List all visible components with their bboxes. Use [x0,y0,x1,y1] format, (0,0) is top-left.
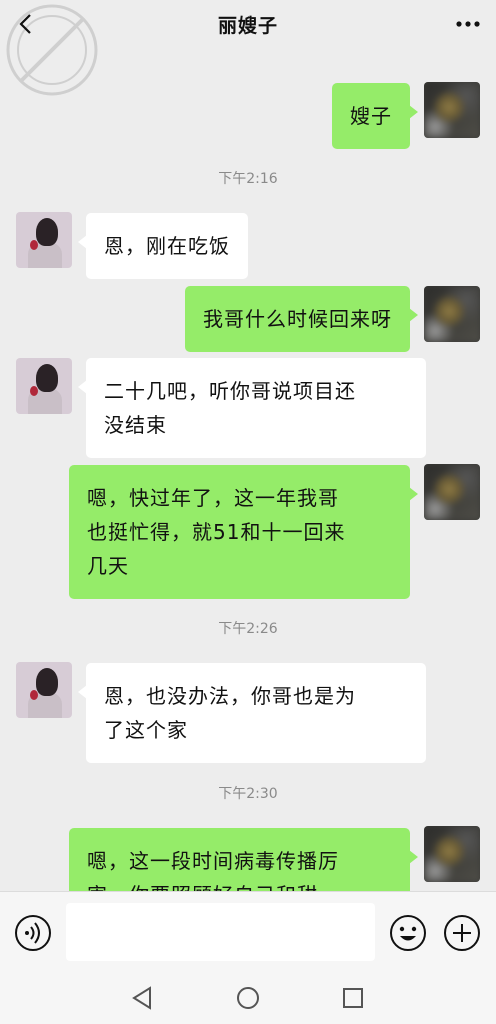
message-bubble[interactable]: 嗯，快过年了，这一年我哥 也挺忙得，就51和十一回来 几天 [69,465,418,599]
self-avatar[interactable] [424,464,480,520]
more-options-button[interactable] [454,12,482,36]
plus-icon [444,915,480,951]
nav-back-icon [132,986,151,1010]
contact-avatar[interactable] [16,358,72,414]
message-list[interactable]: 嫂子 下午2:16 恩，刚在吃饭 我哥什么时候回来呀 二十几吧，听你哥说项目还 … [0,48,496,891]
timestamp: 下午2:30 [218,786,278,802]
timestamp: 下午2:26 [218,621,278,637]
back-arrow-icon [19,14,31,34]
nav-home-icon [237,987,259,1009]
voice-button[interactable] [14,914,52,952]
contact-avatar[interactable] [16,212,72,268]
emoji-icon [390,915,426,951]
nav-back-button[interactable] [130,985,156,1011]
nav-home-button[interactable] [235,985,261,1011]
chat-header: 丽嫂子 [0,0,496,96]
message-bubble[interactable]: 二十几吧，听你哥说项目还 没结束 [78,358,426,458]
more-dots-icon [456,21,480,27]
message-input[interactable] [66,903,375,961]
self-avatar[interactable] [424,286,480,342]
more-functions-button[interactable] [443,914,481,952]
input-bar [0,891,496,973]
nav-recent-icon [343,988,363,1008]
self-avatar[interactable] [424,82,480,138]
message-bubble[interactable]: 我哥什么时候回来呀 [185,286,418,352]
voice-icon [15,915,51,951]
emoji-button[interactable] [389,914,427,952]
back-button[interactable] [10,8,42,40]
contact-avatar[interactable] [16,662,72,718]
self-avatar[interactable] [424,826,480,882]
message-bubble[interactable]: 恩，也没办法，你哥也是为 了这个家 [78,663,426,763]
message-bubble[interactable]: 嫂子 [332,83,418,149]
nav-recent-button[interactable] [340,985,366,1011]
system-nav-bar [0,973,496,1024]
timestamp: 下午2:16 [218,171,278,187]
chat-title: 丽嫂子 [217,14,278,37]
message-bubble[interactable]: 恩，刚在吃饭 [78,213,248,279]
message-bubble[interactable]: 嗯，这一段时间病毒传播厉 害，你要照顾好自己和甜 [69,828,418,891]
